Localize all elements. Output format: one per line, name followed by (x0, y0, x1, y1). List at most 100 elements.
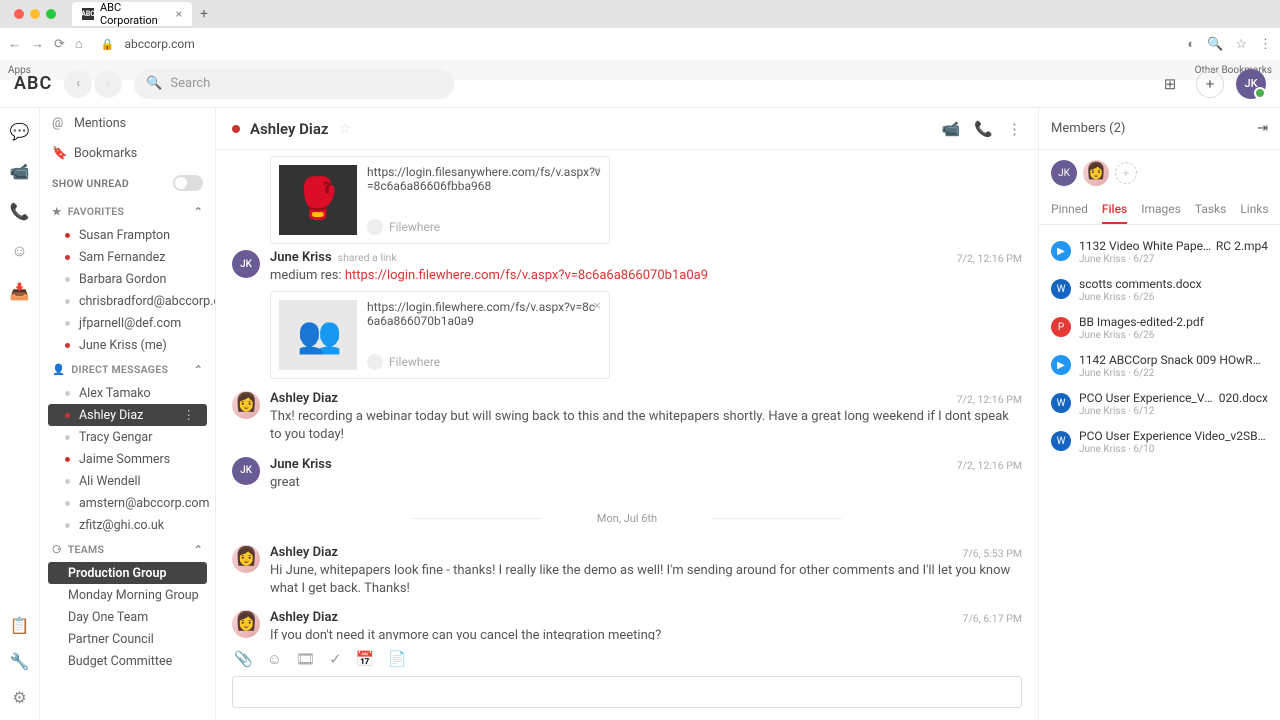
rail-video-icon[interactable]: 📹 (9, 160, 31, 182)
source-icon (367, 219, 383, 235)
star-icon[interactable]: ☆ (1235, 37, 1247, 52)
sidebar-favorite-item[interactable]: Sam Fernandez (40, 246, 215, 268)
panel-tab-images[interactable]: Images (1141, 196, 1181, 224)
sidebar-team-item[interactable]: Partner Council (40, 628, 215, 650)
sidebar-team-item[interactable]: Production Group (48, 562, 207, 584)
presence-dot (232, 125, 240, 133)
message-input[interactable] (232, 676, 1022, 708)
rail-phone-icon[interactable]: 📞 (9, 200, 31, 222)
member-avatar-jk[interactable]: JK (1051, 160, 1077, 186)
file-item[interactable]: ▶ 1132 Video White Paper 001 ...RC 2.mp4… (1043, 233, 1276, 271)
sidebar-team-item[interactable]: Budget Committee (40, 650, 215, 672)
presence-dot (64, 276, 71, 283)
sidebar-favorite-item[interactable]: Barbara Gordon (40, 268, 215, 290)
rail-settings-icon[interactable]: ⚙ (9, 686, 31, 708)
message-avatar[interactable]: JK (232, 250, 260, 278)
panel-tab-pinned[interactable]: Pinned (1051, 196, 1088, 224)
mention-icon: @ (52, 116, 66, 130)
sidebar-favorite-item[interactable]: Susan Frampton (40, 224, 215, 246)
rail-notes-icon[interactable]: 📋 (9, 614, 31, 636)
add-member-icon[interactable]: + (1115, 162, 1137, 184)
app-logo[interactable]: ABC (14, 73, 52, 94)
file-item[interactable]: P BB Images-edited-2.pdf June Kriss · 6/… (1043, 309, 1276, 347)
sidebar-team-item[interactable]: Day One Team (40, 606, 215, 628)
sidebar-dm-item[interactable]: Alex Tamako (40, 382, 215, 404)
show-unread-toggle[interactable] (173, 175, 203, 191)
add-button[interactable]: + (1196, 70, 1224, 98)
sidebar-dm-item[interactable]: Ashley Diaz⋮ (48, 404, 207, 426)
task-icon[interactable]: ✓ (329, 650, 342, 668)
sidebar-dm-item[interactable]: Ali Wendell (40, 470, 215, 492)
calendar-icon[interactable]: 📅 (356, 650, 375, 668)
collapse-panel-icon[interactable]: ⇥ (1257, 121, 1268, 136)
file-item[interactable]: ▶ 1142 ABCCorp Snack 009 HOwRC1.mp4 June… (1043, 347, 1276, 385)
message-avatar[interactable] (232, 391, 260, 419)
video-call-icon[interactable]: 📹 (942, 120, 961, 138)
sidebar-favorite-item[interactable]: June Kriss (me) (40, 334, 215, 356)
rail-contacts-icon[interactable]: ☺ (9, 240, 31, 262)
message-avatar[interactable]: JK (232, 457, 260, 485)
message-link[interactable]: https://login.filewhere.com/fs/v.aspx?v=… (345, 268, 708, 283)
favorites-section-header[interactable]: ★FAVORITES ⌃ (40, 198, 215, 224)
user-avatar[interactable]: JK (1236, 69, 1266, 99)
favorite-star-icon[interactable]: ☆ (338, 121, 351, 137)
panel-tab-links[interactable]: Links (1240, 196, 1268, 224)
reload-icon[interactable]: ⟳ (54, 37, 65, 52)
window-controls[interactable] (6, 9, 64, 19)
message-text: medium res: https://login.filewhere.com/… (270, 267, 1022, 285)
file-item[interactable]: W scotts comments.docx June Kriss · 6/26 (1043, 271, 1276, 309)
message-list[interactable]: https://login.filesanywhere.com/fs/v.asp… (216, 150, 1038, 640)
nav-forward-button[interactable]: › (94, 70, 122, 98)
dm-section-header[interactable]: 👤DIRECT MESSAGES ⌃ (40, 356, 215, 382)
link-preview-card[interactable]: https://login.filesanywhere.com/fs/v.asp… (270, 156, 610, 244)
search-input[interactable]: 🔍 Search (134, 69, 454, 99)
panel-tab-tasks[interactable]: Tasks (1195, 196, 1227, 224)
new-tab-button[interactable]: + (200, 6, 208, 22)
rail-messages-icon[interactable]: 💬 (9, 120, 31, 142)
message-avatar[interactable] (232, 610, 260, 638)
emoji-icon[interactable]: ☺ (267, 650, 282, 668)
zoom-icon[interactable]: 🔍 (1207, 37, 1223, 52)
sidebar-dm-item[interactable]: Jaime Sommers (40, 448, 215, 470)
message-avatar[interactable] (232, 545, 260, 573)
home-icon[interactable]: ⌂ (75, 36, 83, 52)
close-tab-icon[interactable]: × (176, 7, 182, 21)
link-preview-card[interactable]: https://login.filewhere.com/fs/v.aspx?v=… (270, 291, 610, 379)
forward-icon[interactable]: → (31, 36, 44, 52)
apps-grid-icon[interactable]: ⊞ (1156, 70, 1184, 98)
sidebar-mentions[interactable]: @ Mentions (40, 108, 215, 138)
rail-inbox-icon[interactable]: 📥 (9, 280, 31, 302)
more-options-icon[interactable]: ⋮ (1007, 120, 1022, 138)
file-item[interactable]: W PCO User Experience_VO-redo...020.docx… (1043, 385, 1276, 423)
url-text[interactable]: abccorp.com (124, 37, 194, 51)
browser-tab[interactable]: ABC ABC Corporation × (72, 2, 192, 26)
close-icon[interactable]: × (594, 298, 601, 314)
teams-section-header[interactable]: ⚆TEAMS ⌃ (40, 536, 215, 562)
member-avatar-ad[interactable] (1083, 160, 1109, 186)
sidebar-team-item[interactable]: Monday Morning Group (40, 584, 215, 606)
message-author: June Kriss (270, 250, 332, 265)
audio-call-icon[interactable]: 📞 (974, 120, 993, 138)
close-icon[interactable]: × (594, 163, 601, 179)
rail-tools-icon[interactable]: 🔧 (9, 650, 31, 672)
sidebar-bookmarks[interactable]: 🔖 Bookmarks (40, 138, 215, 168)
gif-icon[interactable]: 🎞 (296, 650, 315, 668)
back-icon[interactable]: ← (8, 36, 21, 52)
note-icon[interactable]: 📄 (388, 650, 407, 668)
file-item[interactable]: W PCO User Experience Video_v2SB.docx Ju… (1043, 423, 1276, 461)
more-icon[interactable]: ⋮ (183, 407, 196, 423)
sidebar-dm-item[interactable]: amstern@abccorp.com (40, 492, 215, 514)
file-list[interactable]: ▶ 1132 Video White Paper 001 ...RC 2.mp4… (1039, 225, 1280, 469)
nav-back-button[interactable]: ‹ (64, 70, 92, 98)
sidebar-favorite-item[interactable]: jfparnell@def.com (40, 312, 215, 334)
message: Ashley DiazIf you don't need it anymore … (232, 604, 1022, 640)
person-icon: 👤 (52, 363, 65, 376)
sidebar-dm-item[interactable]: Tracy Gengar (40, 426, 215, 448)
sidebar-dm-item[interactable]: zfitz@ghi.co.uk (40, 514, 215, 536)
panel-tab-files[interactable]: Files (1102, 196, 1127, 224)
sidebar-favorite-item[interactable]: chrisbradford@abccorp.com (40, 290, 215, 312)
attach-icon[interactable]: 📎 (234, 650, 253, 668)
extension-icon[interactable]: ◐ (1187, 36, 1195, 52)
menu-icon[interactable]: ⋮ (1259, 37, 1272, 52)
message-text: great (270, 474, 1022, 492)
